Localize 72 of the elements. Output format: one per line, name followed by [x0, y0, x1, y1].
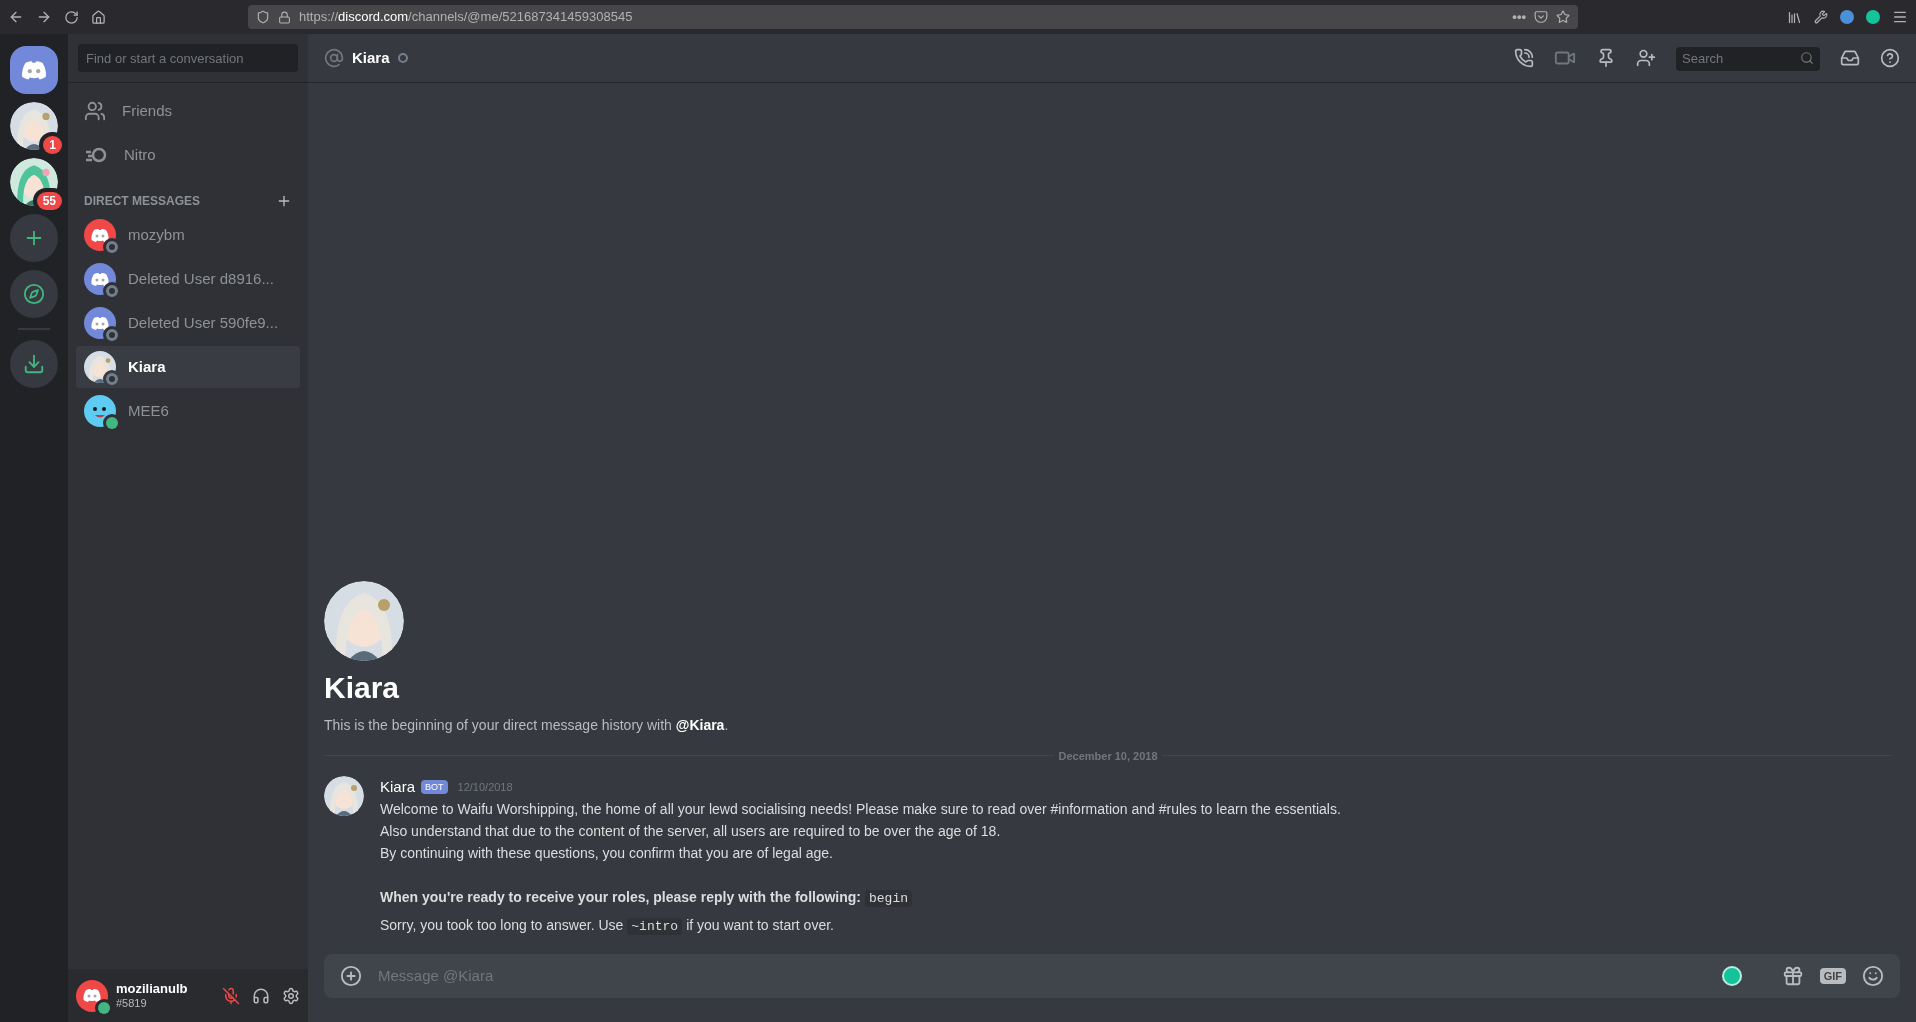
dm-item[interactable]: Deleted User 590fe9... [76, 302, 300, 344]
message-text: By continuing with these questions, you confirm that you are of legal age. [380, 845, 833, 861]
phone-icon[interactable] [1514, 48, 1534, 68]
download-button[interactable] [10, 340, 58, 388]
gift-icon[interactable] [1781, 965, 1804, 987]
menu-icon[interactable] [1892, 9, 1908, 25]
home-button[interactable] [10, 46, 58, 94]
message-text: if you want to start over. [686, 917, 834, 933]
dm-item[interactable]: Kiara [76, 346, 300, 388]
channel-name: Kiara [352, 47, 390, 68]
discord-logo-icon [20, 59, 48, 81]
bot-tag: BOT [421, 780, 448, 794]
author-name: Kiara [380, 777, 416, 797]
page-actions-button[interactable]: ••• [1512, 7, 1526, 27]
compass-icon [23, 283, 45, 305]
people-icon [84, 100, 106, 122]
intro-text: This is the beginning of your direct message history with @Kiara. [324, 715, 730, 735]
dm-item[interactable]: Deleted User d8916... [76, 258, 300, 300]
nitro-nav-item[interactable]: Nitro [76, 134, 300, 176]
discord-logo-icon [90, 227, 110, 243]
inbox-icon[interactable] [1840, 48, 1860, 68]
inline-code: begin [865, 890, 913, 907]
gif-button[interactable]: GIF [1819, 967, 1846, 985]
dm-item[interactable]: mozybm [76, 214, 300, 256]
date-divider-text: December 10, 2018 [1057, 748, 1159, 764]
friends-nav-item[interactable]: Friends [76, 90, 300, 132]
emoji-icon[interactable] [1862, 965, 1884, 987]
search-field[interactable]: Search [1676, 46, 1820, 71]
user-tag: #5819 [116, 996, 188, 1011]
profile-name: Kiara [324, 670, 401, 706]
help-icon[interactable] [1880, 48, 1900, 68]
message-text: When you're ready to receive your roles, please reply with the following: [380, 889, 861, 905]
muted-mic-icon[interactable] [222, 986, 240, 1005]
server-button[interactable] [10, 102, 58, 150]
extension-icon[interactable] [1866, 10, 1880, 24]
message-text: Also understand that due to the content of the server, all users are required to be over the age of 18. [380, 823, 1001, 839]
at-sign-icon [324, 48, 344, 68]
pin-icon[interactable] [1596, 48, 1616, 68]
bookmark-star-icon[interactable] [1556, 10, 1570, 24]
attach-icon[interactable] [340, 965, 362, 987]
forward-icon[interactable] [36, 9, 52, 25]
discord-logo-icon [82, 988, 102, 1003]
extension-icon[interactable] [1840, 10, 1854, 24]
shield-icon [256, 10, 270, 24]
discord-logo-icon [90, 271, 110, 287]
add-user-icon[interactable] [1636, 48, 1656, 68]
username: mozilianulb [116, 980, 188, 997]
message-text: Welcome to Waifu Worshipping, the home of all your lewd socialising needs! Please make sure to read over #information and #rules to learn the essentials. [380, 801, 1341, 817]
wrench-icon[interactable] [1814, 10, 1828, 24]
library-icon[interactable] [1787, 9, 1802, 25]
reload-icon[interactable] [64, 9, 79, 25]
explore-button[interactable] [10, 270, 58, 318]
discord-logo-icon [90, 315, 110, 331]
message-text: Sorry, you took too long to answer. Use [380, 917, 624, 933]
search-field[interactable]: Find or start a conversation [78, 44, 298, 72]
home-icon[interactable] [91, 9, 106, 25]
add-dm-icon[interactable] [276, 193, 292, 209]
url-text: https://discord.com/channels/@me/521687341459308545 [299, 8, 633, 27]
headphones-icon[interactable] [252, 986, 270, 1005]
address-bar[interactable]: https://discord.com/channels/@me/521687341459308545 ••• [248, 5, 1578, 29]
search-icon [1800, 51, 1814, 65]
timestamp: 12/10/2018 [457, 780, 513, 795]
section-heading: DIRECT MESSAGES [84, 193, 200, 210]
back-icon[interactable] [8, 9, 24, 25]
grammar-check-icon[interactable] [1721, 966, 1742, 986]
pocket-icon[interactable] [1534, 10, 1548, 24]
add-server-button[interactable] [10, 214, 58, 262]
inline-code: ~intro [627, 918, 683, 935]
lock-icon [278, 10, 291, 24]
settings-icon[interactable] [282, 986, 300, 1005]
download-icon [23, 353, 45, 375]
dm-item[interactable]: MEE6 [76, 390, 300, 432]
